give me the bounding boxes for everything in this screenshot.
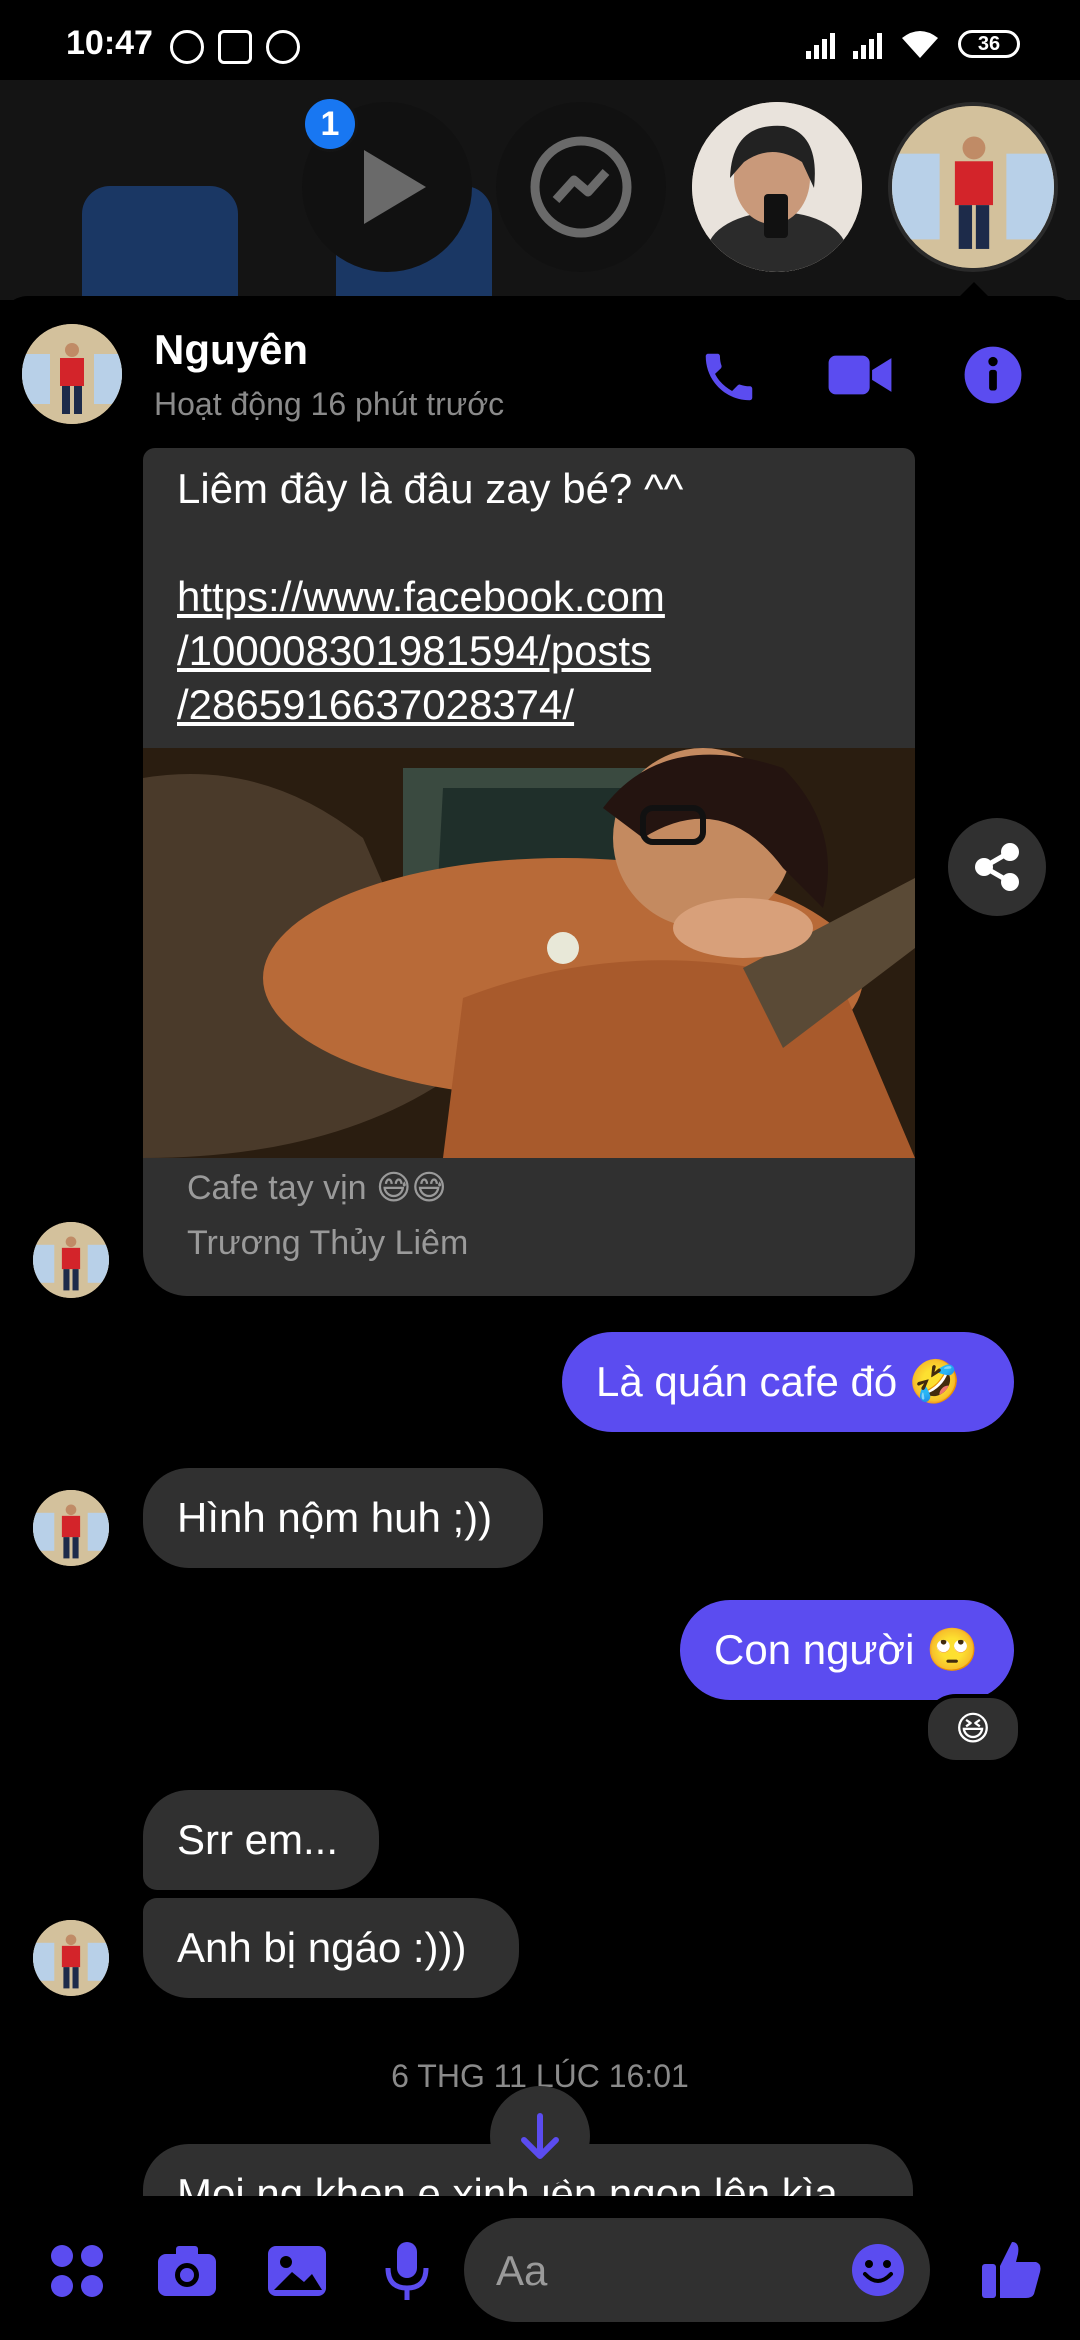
incoming-message[interactable]: Anh bị ngáo :))) [143, 1898, 519, 1998]
contact-chathead-nguyen[interactable] [888, 102, 1058, 272]
sender-avatar[interactable] [33, 1920, 109, 1996]
message-text: Srr em... [177, 1816, 339, 1863]
arrow-down-icon [521, 2113, 559, 2159]
info-icon[interactable] [962, 344, 1024, 406]
contact-name[interactable]: Nguyên [154, 326, 308, 374]
sender-avatar[interactable] [33, 1222, 109, 1298]
emoji-icon[interactable] [850, 2242, 906, 2298]
microphone-icon[interactable] [372, 2236, 442, 2306]
message-text: Hình nộm huh ;)) [177, 1494, 493, 1541]
status-system-icons: 36 [806, 28, 1020, 60]
unread-badge: 1 [302, 96, 358, 152]
contact-activity-status: Hoạt động 16 phút trước [154, 386, 505, 422]
shared-post-link-line2[interactable]: /100008301981594/posts [177, 624, 897, 678]
contact-avatar[interactable] [22, 324, 122, 424]
messenger-chathead[interactable] [496, 102, 666, 272]
alarm-icon [170, 30, 204, 64]
incoming-message[interactable]: Hình nộm huh ;)) [143, 1468, 543, 1568]
scroll-to-bottom-button[interactable] [490, 2086, 590, 2186]
shared-post-link-line1[interactable]: https://www.facebook.com [177, 570, 897, 624]
message-input-container[interactable] [464, 2218, 930, 2324]
shared-post-message[interactable]: Liêm đây là đâu zay bé? ^^ https://www.f… [143, 448, 915, 1296]
message-reaction[interactable]: 😆 [924, 1694, 1022, 1764]
share-icon [975, 843, 1019, 891]
shared-post-link-line3[interactable]: /2865916637028374/ [177, 678, 897, 732]
message-text: Là quán cafe đó 🤣 [596, 1358, 962, 1405]
message-text: Con người 🙄 [714, 1626, 979, 1673]
signal-icon-2 [853, 29, 882, 59]
message-input[interactable] [494, 2218, 858, 2324]
signal-icon [806, 29, 835, 59]
camera-icon[interactable] [152, 2236, 222, 2306]
messenger-notification-icon [266, 30, 300, 64]
incoming-message[interactable]: Srr em... [143, 1790, 379, 1890]
shared-post-text: Liêm đây là đâu zay bé? ^^ https://www.f… [177, 462, 897, 732]
like-icon[interactable] [976, 2234, 1046, 2304]
wifi-icon [902, 31, 938, 58]
status-notification-icons [170, 30, 300, 64]
battery-indicator: 36 [958, 30, 1020, 58]
outgoing-message[interactable]: Là quán cafe đó 🤣 [562, 1332, 1014, 1432]
message-text: Anh bị ngáo :))) [177, 1924, 467, 1971]
shared-post-author: Trương Thủy Liêm [187, 1224, 469, 1262]
shared-post-message-text: Liêm đây là đâu zay bé? ^^ [177, 465, 684, 512]
outgoing-message[interactable]: Con người 🙄 [680, 1600, 1014, 1700]
sender-avatar[interactable] [33, 1490, 109, 1566]
shared-post-photo[interactable] [143, 748, 915, 1158]
contact-chathead-liem[interactable] [692, 102, 862, 272]
share-button[interactable] [948, 818, 1046, 916]
more-actions-icon[interactable] [42, 2236, 112, 2306]
shopee-icon [218, 30, 252, 64]
phone-call-icon[interactable] [698, 346, 760, 408]
shared-post-caption: Cafe tay vịn 😅😅 [187, 1169, 447, 1207]
status-time: 10:47 [66, 24, 153, 62]
gallery-icon[interactable] [262, 2236, 332, 2306]
video-call-icon[interactable] [826, 346, 894, 404]
